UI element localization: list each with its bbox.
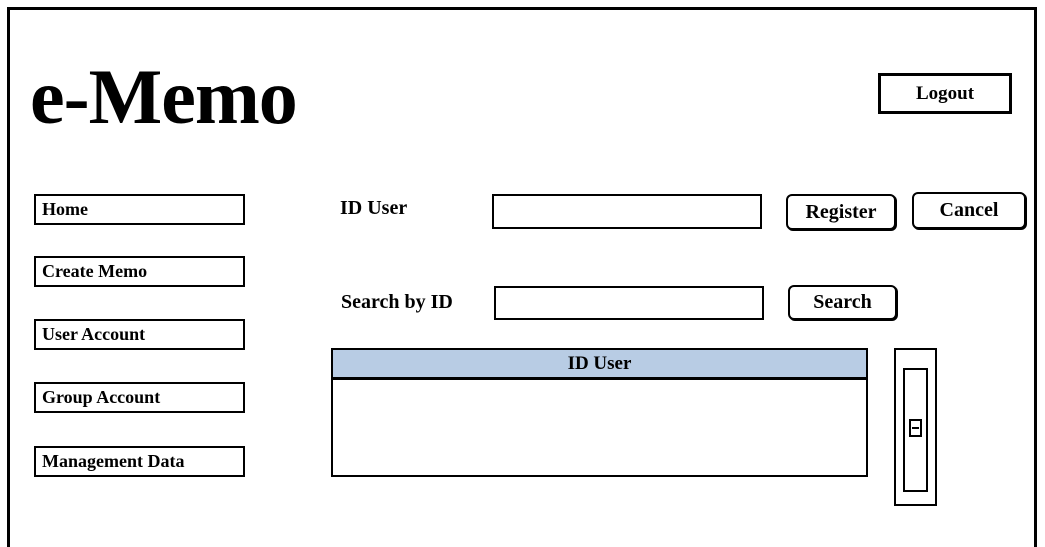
sidebar-item-user-account[interactable]: User Account — [34, 319, 245, 350]
sidebar-item-create-memo[interactable]: Create Memo — [34, 256, 245, 287]
scrollbar-track[interactable] — [903, 368, 928, 492]
sidebar-item-home[interactable]: Home — [34, 194, 245, 225]
search-id-input[interactable] — [494, 286, 764, 320]
user-table: ID User — [331, 348, 868, 477]
search-button[interactable]: Search — [788, 285, 897, 320]
scrollbar[interactable] — [894, 348, 937, 506]
logout-button[interactable]: Logout — [878, 73, 1012, 114]
scrollbar-thumb[interactable] — [909, 419, 922, 437]
id-user-label: ID User — [340, 197, 408, 219]
table-header-id-user[interactable]: ID User — [333, 350, 866, 380]
app-logo: e-Memo — [30, 53, 298, 140]
register-button[interactable]: Register — [786, 194, 896, 230]
sidebar-item-group-account[interactable]: Group Account — [34, 382, 245, 413]
cancel-button[interactable]: Cancel — [912, 192, 1026, 229]
id-user-input[interactable] — [492, 194, 762, 229]
sidebar-item-management-data[interactable]: Management Data — [34, 446, 245, 477]
search-by-id-label: Search by ID — [341, 291, 453, 313]
